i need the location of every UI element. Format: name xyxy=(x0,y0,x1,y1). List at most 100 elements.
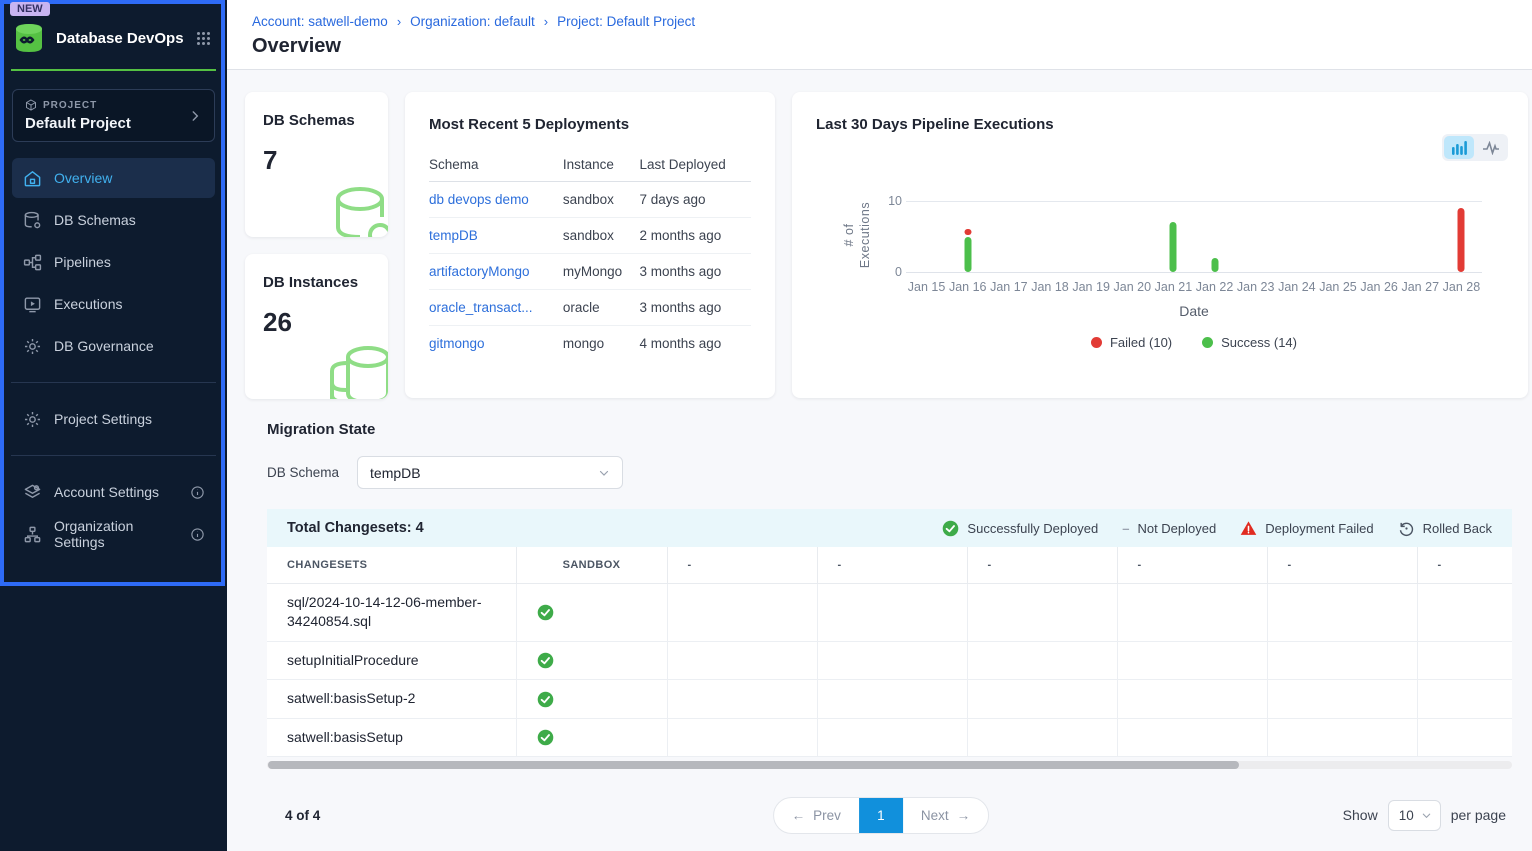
chevron-right-icon xyxy=(188,109,202,123)
pipeline-executions-card: Last 30 Days Pipeline Executions # of Ex… xyxy=(792,92,1528,398)
play-icon xyxy=(22,294,42,314)
y-axis-label: # of Executions xyxy=(842,199,873,271)
sidebar-item-pipelines[interactable]: Pipelines xyxy=(12,242,215,282)
status-legend-item: Successfully Deployed xyxy=(942,520,1098,537)
page-1-button[interactable]: 1 xyxy=(859,798,903,833)
project-name: Default Project xyxy=(25,115,188,132)
empty-cell xyxy=(667,583,817,641)
table-row[interactable]: satwell:basisSetup xyxy=(267,718,1512,757)
line-chart-toggle-icon[interactable] xyxy=(1476,136,1506,159)
sidebar-item-overview[interactable]: Overview xyxy=(12,158,215,198)
legend-item[interactable]: Failed (10) xyxy=(1091,335,1172,350)
bar-chart-toggle-icon[interactable] xyxy=(1444,136,1474,159)
x-tick-label: Jan 28 xyxy=(1441,280,1482,294)
legend-dot-icon xyxy=(1091,337,1102,348)
schema-link[interactable]: tempDB xyxy=(429,228,478,243)
empty-cell xyxy=(1417,641,1512,680)
schema-link[interactable]: artifactoryMongo xyxy=(429,264,530,279)
sidebar-item-label: DB Schemas xyxy=(54,212,136,228)
page-size-select[interactable]: 10 xyxy=(1388,800,1441,831)
sidebar-item-organization-settings[interactable]: Organization Settings xyxy=(12,514,215,554)
project-selector[interactable]: PROJECT Default Project xyxy=(12,89,215,142)
y-tick-10: 10 xyxy=(876,194,902,208)
breadcrumb-item[interactable]: Organization: default xyxy=(410,14,535,29)
legend-label: Failed (10) xyxy=(1110,335,1172,350)
sidebar-item-db-schemas[interactable]: DB Schemas xyxy=(12,200,215,240)
sidebar-item-db-governance[interactable]: DB Governance xyxy=(12,326,215,366)
chart-type-toggle xyxy=(1442,134,1508,161)
changeset-name-cell: satwell:basisSetup-2 xyxy=(267,680,516,719)
rollback-icon xyxy=(1398,520,1415,537)
pipeline-icon xyxy=(22,252,42,272)
sandbox-status-cell xyxy=(516,641,667,680)
main-area: Account: satwell-demo›Organization: defa… xyxy=(227,0,1532,851)
legend-item[interactable]: Success (14) xyxy=(1202,335,1297,350)
row-count: 4 of 4 xyxy=(285,808,320,823)
gear-icon xyxy=(22,336,42,356)
db-schema-select-value: tempDB xyxy=(370,465,421,481)
chevron-down-icon xyxy=(598,467,610,479)
empty-cell xyxy=(1417,718,1512,757)
check-circle-icon xyxy=(537,729,647,746)
legend-label: Success (14) xyxy=(1221,335,1297,350)
table-row[interactable]: satwell:basisSetup-2 xyxy=(267,680,1512,719)
x-tick-label: Jan 18 xyxy=(1029,280,1070,294)
arrow-left-icon: ← xyxy=(792,808,806,823)
project-cube-icon xyxy=(25,99,37,111)
sidebar-item-executions[interactable]: Executions xyxy=(12,284,215,324)
table-row: tempDBsandbox2 months ago xyxy=(429,218,751,254)
chart-bars xyxy=(906,201,1482,272)
chart-bar-slot xyxy=(1359,201,1400,272)
prev-button[interactable]: ← Prev xyxy=(774,798,859,833)
show-label: Show xyxy=(1343,807,1378,823)
table-row[interactable]: sql/2024-10-14-12-06-member-34240854.sql xyxy=(267,583,1512,641)
schema-link[interactable]: gitmongo xyxy=(429,336,485,351)
schema-cell: oracle_transact... xyxy=(429,290,563,326)
database-outline-icon xyxy=(330,183,388,237)
failed-bar[interactable] xyxy=(964,229,971,234)
failed-bar[interactable] xyxy=(1458,208,1465,272)
changesets-column-header: CHANGESETS xyxy=(267,547,516,583)
scrollbar-thumb[interactable] xyxy=(268,761,1239,769)
table-row[interactable]: setupInitialProcedure xyxy=(267,641,1512,680)
pagination-row: 4 of 4 ← Prev 1 Next → Show 10 xyxy=(267,795,1512,835)
breadcrumb-item[interactable]: Project: Default Project xyxy=(557,14,695,29)
changesets-header: Total Changesets: 4 Successfully Deploye… xyxy=(267,509,1512,547)
chart-legend: Failed (10) Success (14) xyxy=(906,335,1482,350)
changeset-name-cell: satwell:basisSetup xyxy=(267,718,516,757)
changesets-column-header: - xyxy=(967,547,1117,583)
schema-link[interactable]: db devops demo xyxy=(429,192,529,207)
status-legend-label: Rolled Back xyxy=(1423,521,1492,536)
horizontal-scrollbar[interactable] xyxy=(267,761,1512,769)
arrow-right-icon: → xyxy=(957,808,971,823)
x-tick-label: Jan 19 xyxy=(1071,280,1112,294)
gear-icon xyxy=(22,409,42,429)
success-bar[interactable] xyxy=(964,237,971,273)
info-icon xyxy=(190,527,205,542)
db-schemas-card[interactable]: DB Schemas 7 xyxy=(245,92,388,237)
next-button[interactable]: Next → xyxy=(903,798,988,833)
last-deployed-cell: 3 months ago xyxy=(639,254,751,290)
sandbox-status-cell xyxy=(516,680,667,719)
new-badge: NEW xyxy=(10,2,50,16)
app-grid-icon[interactable] xyxy=(196,31,211,46)
status-legend: Successfully Deployed–Not DeployedDeploy… xyxy=(942,520,1492,537)
db-schema-select[interactable]: tempDB xyxy=(357,456,623,489)
content: DB Schemas 7 DB Instances 26 xyxy=(227,70,1532,851)
db-instances-card[interactable]: DB Instances 26 xyxy=(245,254,388,399)
changesets-column-header: SANDBOX xyxy=(516,547,667,583)
success-bar[interactable] xyxy=(1211,258,1218,272)
success-bar[interactable] xyxy=(1170,222,1177,272)
sidebar-item-account-settings[interactable]: Account Settings xyxy=(12,472,215,512)
sidebar-nav-project: Project Settings xyxy=(0,399,227,439)
db-instances-count: 26 xyxy=(263,307,388,338)
x-tick-label: Jan 27 xyxy=(1400,280,1441,294)
sidebar-item-project-settings[interactable]: Project Settings xyxy=(12,399,215,439)
schema-link[interactable]: oracle_transact... xyxy=(429,300,533,315)
breadcrumb-item[interactable]: Account: satwell-demo xyxy=(252,14,388,29)
sidebar-item-label: Project Settings xyxy=(54,411,152,427)
db-schemas-card-title: DB Schemas xyxy=(263,112,388,129)
sidebar-item-label: Account Settings xyxy=(54,484,159,500)
chart-bar-slot xyxy=(1235,201,1276,272)
last-deployed-cell: 7 days ago xyxy=(639,182,751,218)
